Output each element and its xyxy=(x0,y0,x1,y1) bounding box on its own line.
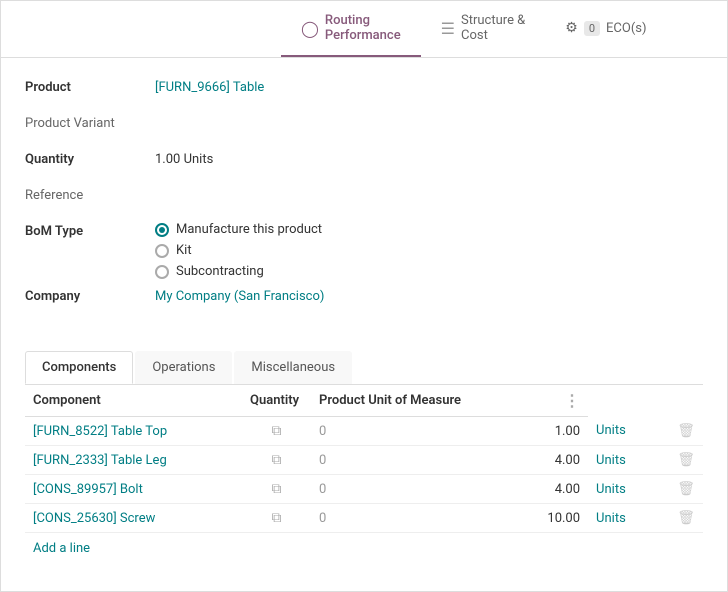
company-label: Company xyxy=(25,287,155,304)
bom-type-label: BoM Type xyxy=(25,222,155,239)
component-link-2[interactable]: [CONS_89957] Bolt xyxy=(33,482,143,497)
cell-unit-0[interactable]: Units xyxy=(588,417,654,446)
cell-copy-count-2: 0 xyxy=(311,475,539,504)
cell-copy-0: ⧉ xyxy=(242,417,311,446)
table-row: [CONS_25630] Screw ⧉ 0 10.00 Units 🗑 xyxy=(25,504,703,533)
table-row: [CONS_89957] Bolt ⧉ 0 4.00 Units 🗑 xyxy=(25,475,703,504)
cell-qty-1[interactable]: 4.00 xyxy=(539,446,588,475)
sub-tab-bar: Components Operations Miscellaneous xyxy=(25,351,703,385)
component-link-1[interactable]: [FURN_2333] Table Leg xyxy=(33,453,167,468)
reference-label: Reference xyxy=(25,186,155,203)
col-header-actions: ⋮ xyxy=(539,385,588,417)
quantity-value[interactable]: 1.00 Units xyxy=(155,150,213,167)
copy-icon-0[interactable]: ⧉ xyxy=(272,423,282,439)
component-link-3[interactable]: [CONS_25630] Screw xyxy=(33,511,155,526)
gear-icon: ⚙ xyxy=(565,20,578,36)
add-line-label: Add a line xyxy=(33,541,90,556)
table-row: [FURN_8522] Table Top ⧉ 0 1.00 Units 🗑 xyxy=(25,417,703,446)
tab-structure-cost[interactable]: ☰ Structure &Cost xyxy=(421,1,546,57)
delete-icon-0[interactable]: 🗑 xyxy=(677,423,695,439)
spacer xyxy=(1,1,281,57)
cell-delete-3[interactable]: 🗑 xyxy=(654,504,703,533)
cell-component-1: [FURN_2333] Table Leg xyxy=(25,446,242,475)
quantity-row: Quantity 1.00 Units xyxy=(25,150,703,178)
col-header-component: Component xyxy=(25,385,242,417)
clock-icon: ◯ xyxy=(301,19,319,38)
structure-tab-label: Structure &Cost xyxy=(461,13,525,43)
cell-unit-3[interactable]: Units xyxy=(588,504,654,533)
product-variant-row: Product Variant xyxy=(25,114,703,142)
cell-component-2: [CONS_89957] Bolt xyxy=(25,475,242,504)
product-row: Product [FURN_9666] Table xyxy=(25,78,703,106)
product-label: Product xyxy=(25,78,155,95)
components-table: Component Quantity Product Unit of Measu… xyxy=(25,385,703,533)
radio-manufacture[interactable]: Manufacture this product xyxy=(155,222,322,237)
copy-icon-3[interactable]: ⧉ xyxy=(272,510,282,526)
eco-tab-label: ECO(s) xyxy=(606,21,646,36)
radio-circle-subcontracting xyxy=(155,265,169,279)
radio-label-kit: Kit xyxy=(176,243,192,258)
radio-circle-kit xyxy=(155,244,169,258)
cell-delete-1[interactable]: 🗑 xyxy=(654,446,703,475)
table-row: [FURN_2333] Table Leg ⧉ 0 4.00 Units 🗑 xyxy=(25,446,703,475)
radio-label-subcontracting: Subcontracting xyxy=(176,264,264,279)
product-variant-label: Product Variant xyxy=(25,114,155,131)
table-header-row: Component Quantity Product Unit of Measu… xyxy=(25,385,703,417)
tab-routing-performance[interactable]: ◯ RoutingPerformance xyxy=(281,1,421,57)
add-line-button[interactable]: Add a line xyxy=(25,533,703,564)
bom-type-row: BoM Type Manufacture this product Kit Su… xyxy=(25,222,703,279)
col-header-unit: Product Unit of Measure xyxy=(311,385,539,417)
cell-delete-2[interactable]: 🗑 xyxy=(654,475,703,504)
tab-operations[interactable]: Operations xyxy=(135,351,232,384)
cell-qty-2[interactable]: 4.00 xyxy=(539,475,588,504)
product-value[interactable]: [FURN_9666] Table xyxy=(155,78,264,95)
table-section: Component Quantity Product Unit of Measu… xyxy=(1,385,727,580)
eco-count: 0 xyxy=(584,21,600,36)
tab-operations-label: Operations xyxy=(152,360,215,375)
main-container: ◯ RoutingPerformance ☰ Structure &Cost ⚙… xyxy=(0,0,728,592)
tab-miscellaneous-label: Miscellaneous xyxy=(251,360,335,375)
cell-unit-1[interactable]: Units xyxy=(588,446,654,475)
delete-icon-2[interactable]: 🗑 xyxy=(677,481,695,497)
delete-icon-1[interactable]: 🗑 xyxy=(677,452,695,468)
cell-copy-count-3: 0 xyxy=(311,504,539,533)
radio-subcontracting[interactable]: Subcontracting xyxy=(155,264,322,279)
bom-type-options: Manufacture this product Kit Subcontract… xyxy=(155,222,322,279)
cell-component-3: [CONS_25630] Screw xyxy=(25,504,242,533)
tab-components-label: Components xyxy=(42,360,116,375)
radio-kit[interactable]: Kit xyxy=(155,243,322,258)
delete-icon-3[interactable]: 🗑 xyxy=(677,510,695,526)
tab-components[interactable]: Components xyxy=(25,351,133,384)
cell-copy-count-0: 0 xyxy=(311,417,539,446)
tab-eco[interactable]: ⚙ 0 ECO(s) xyxy=(545,1,666,57)
reference-row: Reference xyxy=(25,186,703,214)
sub-tab-section: Components Operations Miscellaneous xyxy=(1,351,727,385)
cell-qty-3[interactable]: 10.00 xyxy=(539,504,588,533)
cell-copy-1: ⧉ xyxy=(242,446,311,475)
company-value[interactable]: My Company (San Francisco) xyxy=(155,287,324,304)
radio-circle-manufacture xyxy=(155,223,169,237)
copy-icon-2[interactable]: ⧉ xyxy=(272,481,282,497)
top-tab-bar: ◯ RoutingPerformance ☰ Structure &Cost ⚙… xyxy=(1,1,727,58)
quantity-label: Quantity xyxy=(25,150,155,167)
cell-delete-0[interactable]: 🗑 xyxy=(654,417,703,446)
cell-copy-count-1: 0 xyxy=(311,446,539,475)
form-section: Product [FURN_9666] Table Product Varian… xyxy=(1,58,727,343)
cell-qty-0[interactable]: 1.00 xyxy=(539,417,588,446)
copy-icon-1[interactable]: ⧉ xyxy=(272,452,282,468)
company-row: Company My Company (San Francisco) xyxy=(25,287,703,315)
tab-miscellaneous[interactable]: Miscellaneous xyxy=(234,351,352,384)
component-link-0[interactable]: [FURN_8522] Table Top xyxy=(33,424,167,439)
cell-unit-2[interactable]: Units xyxy=(588,475,654,504)
cell-copy-2: ⧉ xyxy=(242,475,311,504)
col-header-quantity: Quantity xyxy=(242,385,311,417)
cell-component-0: [FURN_8522] Table Top xyxy=(25,417,242,446)
cell-copy-3: ⧉ xyxy=(242,504,311,533)
routing-tab-label: RoutingPerformance xyxy=(325,13,401,43)
menu-icon: ☰ xyxy=(441,19,455,38)
three-dots-header[interactable]: ⋮ xyxy=(564,391,580,410)
radio-label-manufacture: Manufacture this product xyxy=(176,222,322,237)
